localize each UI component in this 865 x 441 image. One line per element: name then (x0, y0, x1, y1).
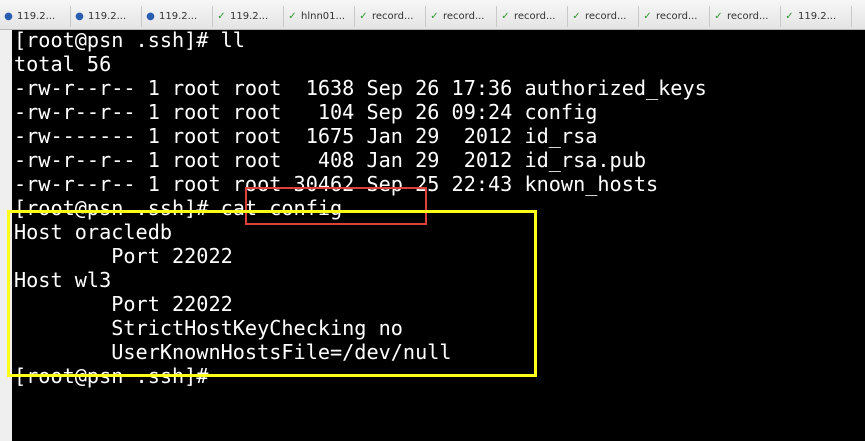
tab-label: 119.2... (230, 11, 269, 22)
tab-label: record... (443, 11, 485, 22)
tab-label: 119.2... (159, 11, 198, 22)
session-tab[interactable]: ✓ record... (639, 6, 710, 27)
tab-label: record... (514, 11, 556, 22)
info-icon: ● (146, 11, 155, 22)
info-icon: ● (4, 11, 13, 22)
file-entry: -rw------- 1 root root 1675 Jan 29 2012 … (14, 124, 598, 148)
tab-label: record... (656, 11, 698, 22)
session-tab[interactable]: ● 119.2... (71, 6, 142, 27)
session-tab[interactable]: ✓ record... (710, 6, 781, 27)
session-tab[interactable]: ✓ record... (497, 6, 568, 27)
check-icon: ✓ (643, 11, 652, 22)
check-icon: ✓ (217, 11, 226, 22)
session-tab[interactable]: ✓ 119.2... (781, 6, 852, 27)
session-tab[interactable]: ✓ record... (355, 6, 426, 27)
file-entry: -rw-r--r-- 1 root root 104 Sep 26 09:24 … (14, 100, 598, 124)
session-tab[interactable]: ✓ record... (568, 6, 639, 27)
file-entry: -rw-r--r-- 1 root root 408 Jan 29 2012 i… (14, 148, 647, 172)
tab-label: record... (372, 11, 414, 22)
session-tab[interactable]: ✓ hlnn01... (284, 6, 355, 27)
tab-label: record... (585, 11, 627, 22)
check-icon: ✓ (288, 11, 297, 22)
check-icon: ✓ (430, 11, 439, 22)
prompt-line: [root@psn .ssh]# ll (14, 30, 245, 52)
tab-label: 119.2... (798, 11, 837, 22)
check-icon: ✓ (785, 11, 794, 22)
output-line: total 56 (14, 52, 112, 76)
tab-label: hlnn01... (301, 11, 346, 22)
file-entry: -rw-r--r-- 1 root root 1638 Sep 26 17:36… (14, 76, 707, 100)
tab-label: record... (727, 11, 769, 22)
info-icon: ● (75, 11, 84, 22)
output-highlight-box (7, 210, 537, 377)
check-icon: ✓ (359, 11, 368, 22)
check-icon: ✓ (714, 11, 723, 22)
tab-label: 119.2... (17, 11, 56, 22)
session-tab[interactable]: ✓ 119.2... (213, 6, 284, 27)
session-tab[interactable]: ● 119.2... (0, 6, 71, 27)
tab-bar: ● 119.2... ● 119.2... ● 119.2... ✓ 119.2… (0, 0, 865, 30)
check-icon: ✓ (572, 11, 581, 22)
session-tab[interactable]: ● 119.2... (142, 6, 213, 27)
tab-label: 119.2... (88, 11, 127, 22)
check-icon: ✓ (501, 11, 510, 22)
session-tab[interactable]: ✓ record... (426, 6, 497, 27)
